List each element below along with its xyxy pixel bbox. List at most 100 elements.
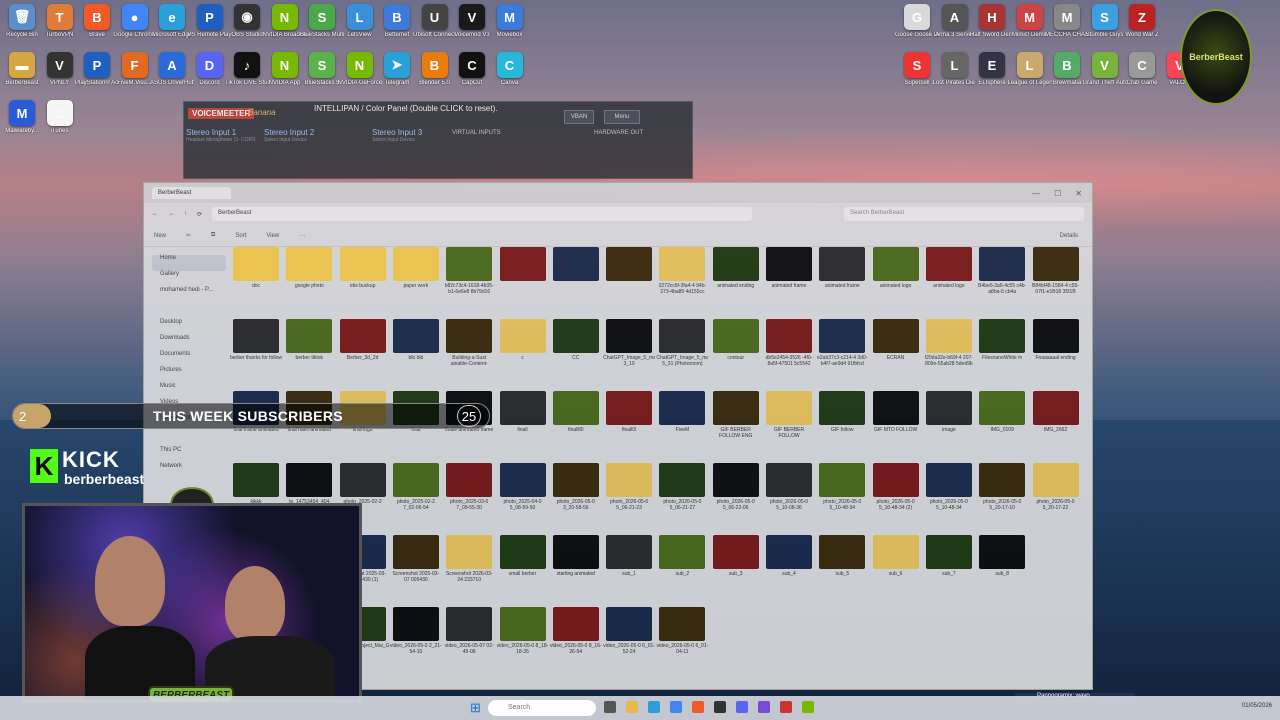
forward-arrow-icon[interactable]: → <box>168 211 174 217</box>
file-item[interactable]: photo_2026-05-0 5_10-48-34 <box>816 463 868 511</box>
sidebar-item[interactable]: Pictures <box>152 367 226 383</box>
file-item[interactable]: Screenshot 2026-03-24 233710 <box>443 535 495 583</box>
maximize-icon[interactable]: ☐ <box>1054 189 1061 198</box>
file-item[interactable]: video_2026-05-0 8_18-18-35 <box>497 607 549 655</box>
file-item[interactable]: IMG_0109 <box>976 391 1028 439</box>
voicemeeter-window[interactable]: VOICEMEETER Banana INTELLIPAN / Color Pa… <box>183 101 693 179</box>
file-item[interactable]: finall0l <box>603 391 655 439</box>
file-item[interactable]: google photo <box>283 247 335 295</box>
search-input[interactable]: Search BerberBeast <box>844 207 1084 221</box>
task-view-icon[interactable] <box>604 701 616 713</box>
file-item[interactable]: Berber_3d_2d <box>337 319 389 367</box>
file-item[interactable]: B4be6-3a6-4c55 c4b-a8ba-5 cb4a <box>976 247 1028 295</box>
stereo-input-1-device[interactable]: Headset Microphone (3- CORS <box>186 137 258 143</box>
file-item[interactable]: sub_8 <box>976 535 1028 583</box>
sidebar-item[interactable]: Music <box>152 383 226 399</box>
nvidia-icon[interactable] <box>802 701 814 713</box>
file-item[interactable]: IMG_2662 <box>1030 391 1082 439</box>
file-item[interactable]: finall <box>497 391 549 439</box>
file-item[interactable]: starting animated <box>550 535 602 583</box>
file-item[interactable]: paper work <box>390 247 442 295</box>
desktop-icon[interactable]: Z World War Z <box>1120 4 1164 39</box>
file-item[interactable]: photo_2026-05-0 5_10-08-36 <box>763 463 815 511</box>
file-item[interactable]: photo_2026-05-0 5_06-21-23 <box>603 463 655 511</box>
file-item[interactable]: ChatGPT_Image_5_mai_2026_23_2 5_31 (Phot… <box>656 319 708 367</box>
file-item[interactable]: Screenshot 2025-03-07 005430 <box>390 535 442 583</box>
file-item[interactable]: b82c73c4-1618-4b35-b1-6e6e8 8b79d16 <box>443 247 495 295</box>
file-item[interactable] <box>497 247 549 295</box>
file-item[interactable]: B84bf48-1584-4 c55-07f1-e1B18 3f31B <box>1030 247 1082 295</box>
file-item[interactable]: CC <box>550 319 602 367</box>
view-button[interactable]: View <box>266 233 279 239</box>
file-item[interactable]: small berber <box>497 535 549 583</box>
file-item[interactable]: photo_2026-05-0 5_10-48-34 <box>923 463 975 511</box>
file-item[interactable]: berber thanks for follow <box>230 319 282 367</box>
file-item[interactable]: image <box>923 391 975 439</box>
file-item[interactable]: bib bib <box>390 319 442 367</box>
desktop-icon[interactable]: C Canva <box>488 52 532 87</box>
sidebar-item[interactable]: Documents <box>152 351 226 367</box>
desktop-icon[interactable]: ♫ iTunes <box>38 100 82 135</box>
file-item[interactable]: sub_6 <box>870 535 922 583</box>
file-item[interactable]: contour <box>710 319 762 367</box>
file-item[interactable]: animated logo <box>870 247 922 295</box>
file-item[interactable]: sub_5 <box>816 535 868 583</box>
file-item[interactable]: ECRAN <box>870 319 922 367</box>
file-item[interactable]: db5e2454-3526 -4f0-8a5f-47501 5c5542 <box>763 319 815 367</box>
file-item[interactable]: obs buckup <box>337 247 389 295</box>
file-item[interactable]: doc <box>230 247 282 295</box>
file-item[interactable] <box>550 247 602 295</box>
file-item[interactable]: sub_4 <box>763 535 815 583</box>
app-icon[interactable] <box>780 701 792 713</box>
file-item[interactable]: Building-a-Sust ainable-Content- Strateg… <box>443 319 495 367</box>
file-item[interactable]: c <box>497 319 549 367</box>
stereo-input-2[interactable]: Stereo Input 2 Select Input Device <box>264 128 336 143</box>
sidebar-item[interactable]: Desktop <box>152 319 226 335</box>
file-item[interactable]: animated logo <box>923 247 975 295</box>
file-item[interactable]: sub_7 <box>923 535 975 583</box>
file-item[interactable]: 3272cc6f-3fa4-4 94b-373-4ba89 4d155cc <box>656 247 708 295</box>
explorer-tab[interactable]: BerberBeast <box>152 187 232 199</box>
discord-icon[interactable] <box>736 701 748 713</box>
desktop-icon[interactable]: M Moviebox <box>488 4 532 39</box>
file-item[interactable]: photo_2025-03-0 7_09-55-30 <box>443 463 495 511</box>
file-item[interactable]: video_2026-05-0 6_01-04-11 <box>656 607 708 655</box>
file-item[interactable]: photo_2026-05-0 5_20-17-22 <box>1030 463 1082 511</box>
file-item[interactable]: photo_2026-05-0 5_10-48-34 (2) <box>870 463 922 511</box>
file-item[interactable]: ChatGPT_Image_5_mai_2026_22_5 3_19 <box>603 319 655 367</box>
sidebar-item[interactable]: Home <box>152 255 226 271</box>
windows-start-icon[interactable]: ⊞ <box>470 700 484 715</box>
brave-icon[interactable] <box>692 701 704 713</box>
cut-icon[interactable]: ✂ <box>186 232 191 239</box>
copy-icon[interactable]: ⧉ <box>211 232 215 239</box>
stereo-input-3-device[interactable]: Select Input Device <box>372 137 444 143</box>
file-item[interactable]: animated frame <box>763 247 815 295</box>
sidebar-item[interactable]: mohamed hedi - P... <box>152 287 226 303</box>
file-explorer-icon[interactable] <box>626 701 638 713</box>
stereo-input-1[interactable]: Stereo Input 1 Headset Microphone (3- CO… <box>186 128 258 143</box>
file-item[interactable]: sub_3 <box>710 535 762 583</box>
file-item[interactable]: sub_1 <box>603 535 655 583</box>
close-icon[interactable]: ✕ <box>1075 189 1082 198</box>
obs-icon[interactable] <box>714 701 726 713</box>
sidebar-item[interactable]: Gallery <box>152 271 226 287</box>
voicemeeter-icon[interactable] <box>758 701 770 713</box>
file-item[interactable]: photo_2026-05-0 5_20-17-10 <box>976 463 1028 511</box>
details-button[interactable]: Details <box>1060 233 1078 239</box>
address-bar[interactable]: BerberBeast <box>212 207 753 221</box>
file-item[interactable]: video_2026-05-0 2_21-54-10 <box>390 607 442 655</box>
sidebar-item[interactable]: Downloads <box>152 335 226 351</box>
file-item[interactable]: f20da32e-b69f-4 207-809e-55ab28 5ded9b <box>923 319 975 367</box>
file-item[interactable]: video_2026-05-0 6_01-52-24 <box>603 607 655 655</box>
file-item[interactable]: FiveM <box>656 391 708 439</box>
refresh-icon[interactable]: ⟳ <box>197 211 202 218</box>
file-item[interactable]: photo_2026-05-0 5_06-22-06 <box>710 463 762 511</box>
minimize-icon[interactable]: — <box>1032 189 1040 198</box>
more-button[interactable]: ··· <box>299 233 305 239</box>
edge-icon[interactable] <box>648 701 660 713</box>
file-item[interactable]: photo_2026-05-0 5_06-21-27 <box>656 463 708 511</box>
file-item[interactable]: animated ending <box>710 247 762 295</box>
file-item[interactable]: finalll0l <box>550 391 602 439</box>
file-item[interactable]: video_2026-05-0 8_16-26-54 <box>550 607 602 655</box>
file-item[interactable]: photo_2026-05-0 3_20-58-56 <box>550 463 602 511</box>
